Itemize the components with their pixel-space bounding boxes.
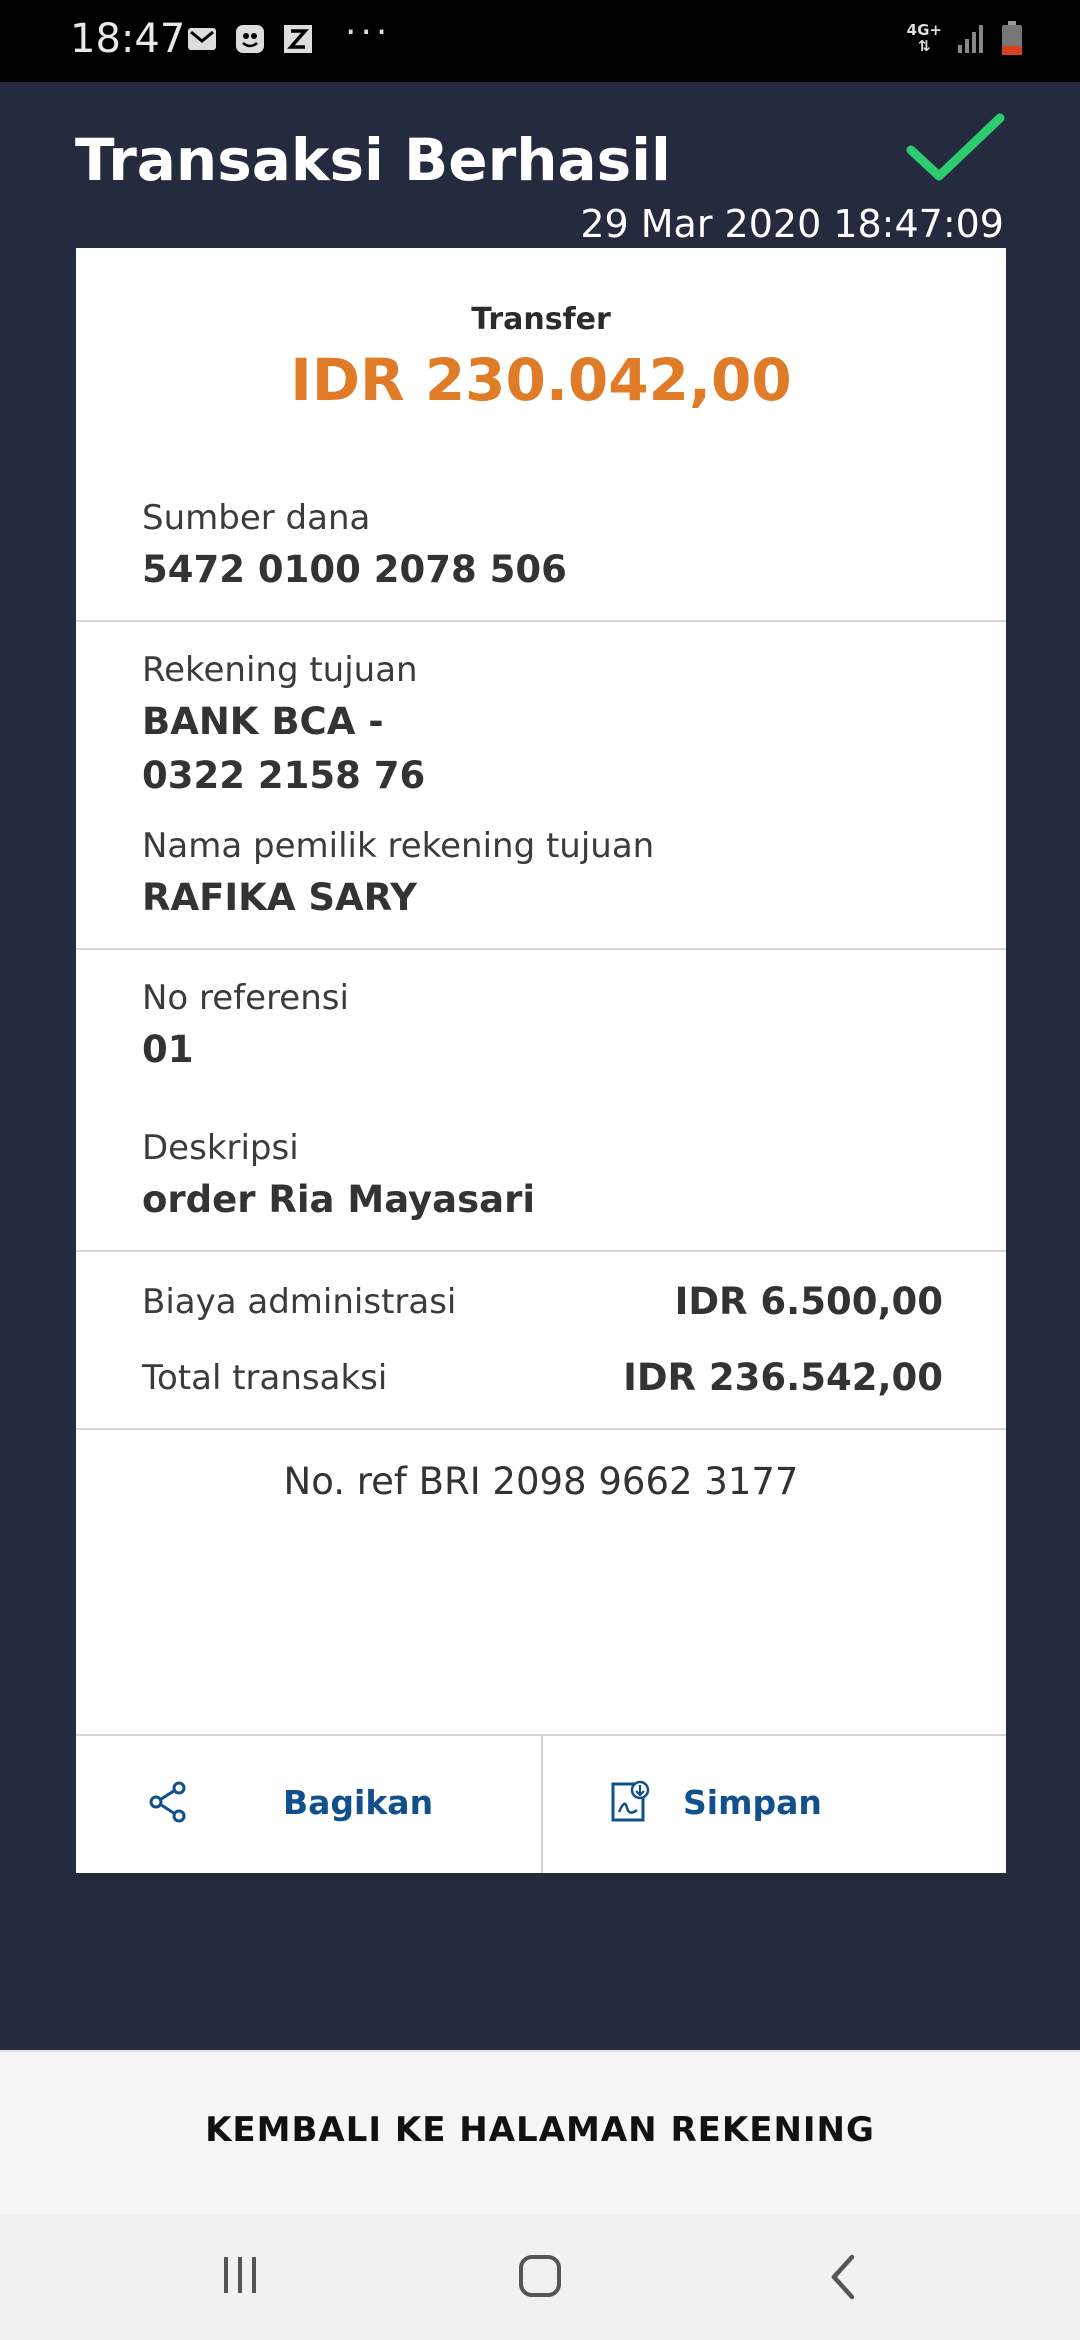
system-nav-bar [0, 2215, 1080, 2340]
save-label: Simpan [683, 1783, 822, 1822]
source-value: 5472 0100 2078 506 [142, 548, 567, 591]
status-bar: 18:47 ··· 4G+ ⇅ [0, 0, 1080, 82]
battery-low-icon [1002, 21, 1022, 55]
back-to-account-label: KEMBALI KE HALAMAN REKENING [205, 2110, 875, 2150]
total-label: Total transaksi [142, 1358, 388, 1398]
reference-value: 01 [142, 1028, 194, 1071]
home-icon[interactable] [518, 2253, 562, 2301]
back-icon[interactable] [826, 2253, 862, 2301]
source-label: Sumber dana [142, 498, 371, 538]
reference-label: No referensi [142, 978, 349, 1018]
page-title: Transaksi Berhasil [75, 126, 671, 194]
signal-icon [958, 25, 983, 53]
description-label: Deskripsi [142, 1128, 299, 1168]
dest-bank: BANK BCA - [142, 700, 384, 743]
dest-account: 0322 2158 76 [142, 754, 426, 797]
notification-icons [185, 22, 315, 56]
admin-fee-label: Biaya administrasi [142, 1282, 457, 1322]
divider [76, 1250, 1006, 1252]
total-value: IDR 236.542,00 [623, 1356, 943, 1399]
pdf-download-icon [611, 1780, 650, 1822]
network-type: 4G+ ⇅ [906, 21, 942, 55]
check-icon [906, 113, 1005, 181]
shield-app-icon [236, 25, 264, 53]
transaction-datetime: 29 Mar 2020 18:47:09 [580, 202, 1004, 246]
gmail-icon [188, 28, 216, 50]
back-to-account-button[interactable]: KEMBALI KE HALAMAN REKENING [0, 2050, 1080, 2215]
share-label: Bagikan [283, 1783, 434, 1822]
status-time: 18:47 [70, 16, 186, 62]
transaction-type: Transfer [471, 302, 611, 337]
more-notifications-icon: ··· [345, 12, 392, 53]
divider [76, 948, 1006, 950]
z-app-icon [284, 25, 312, 53]
receipt-card: Transfer IDR 230.042,00 Sumber dana 5472… [76, 248, 1006, 1873]
owner-value: RAFIKA SARY [142, 876, 417, 919]
admin-fee-value: IDR 6.500,00 [674, 1280, 943, 1323]
owner-label: Nama pemilik rekening tujuan [142, 826, 655, 866]
bri-reference: No. ref BRI 2098 9662 3177 [283, 1460, 799, 1503]
share-icon [149, 1781, 186, 1823]
divider [76, 620, 1006, 622]
description-value: order Ria Mayasari [142, 1178, 536, 1221]
divider [76, 1428, 1006, 1430]
dest-label: Rekening tujuan [142, 650, 418, 690]
share-button[interactable]: Bagikan [76, 1736, 541, 1873]
save-button[interactable]: Simpan [541, 1736, 1006, 1873]
system-status: 4G+ ⇅ [907, 20, 1024, 56]
receipt-actions: Bagikan Simpan [76, 1734, 1006, 1873]
recents-icon[interactable] [218, 2253, 262, 2297]
transaction-amount: IDR 230.042,00 [290, 346, 792, 414]
